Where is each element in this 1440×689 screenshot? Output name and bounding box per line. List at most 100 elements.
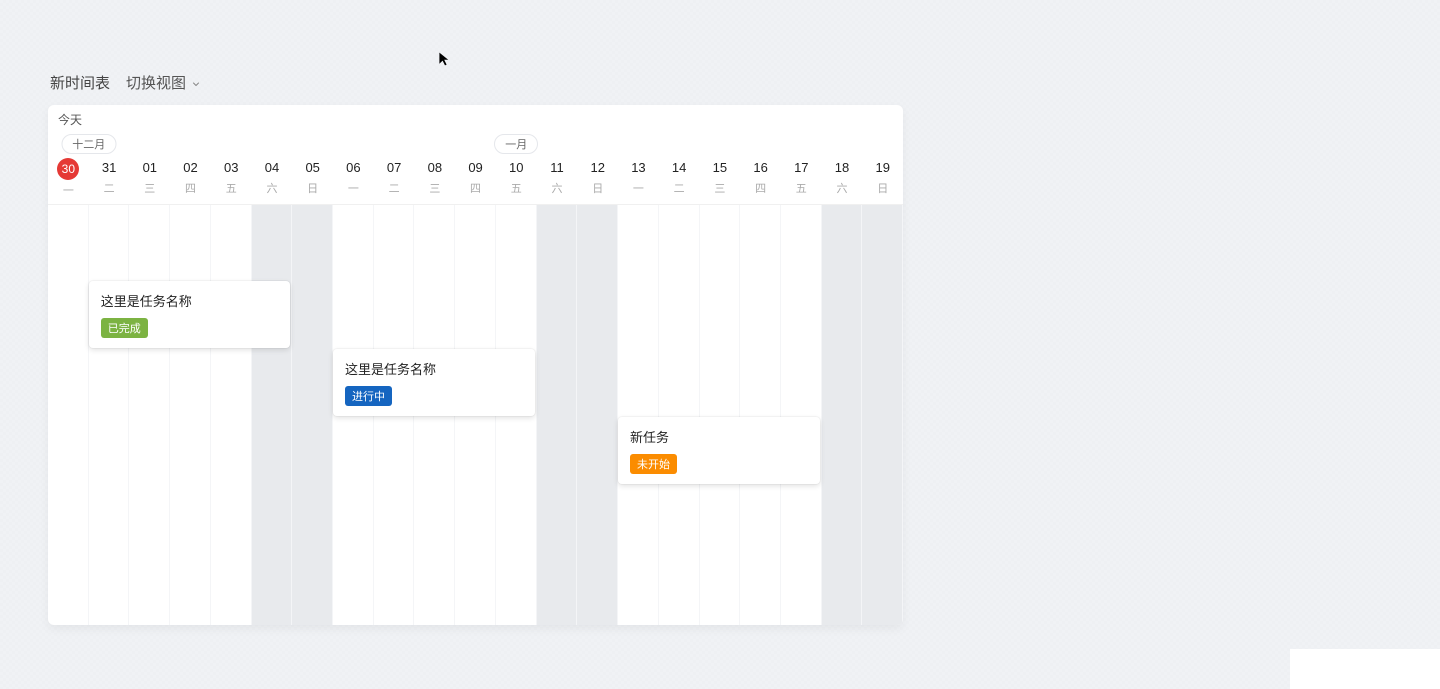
day-number: 16 xyxy=(740,158,781,178)
day-of-week: 六 xyxy=(822,180,863,196)
task-card[interactable]: 这里是任务名称已完成 xyxy=(89,281,291,348)
day-header[interactable]: 14 二 xyxy=(659,154,700,204)
day-number: 11 xyxy=(537,158,578,178)
day-of-week: 五 xyxy=(496,180,537,196)
day-of-week: 五 xyxy=(781,180,822,196)
grid-column xyxy=(252,205,293,625)
corner-overlay xyxy=(1290,649,1440,689)
task-card[interactable]: 新任务未开始 xyxy=(618,417,820,484)
day-of-week: 日 xyxy=(292,180,333,196)
timeline-panel: 今天 十二月一月 30一31二01三02四03五04六05日06一07二08三0… xyxy=(48,105,903,625)
day-header[interactable]: 10 五 xyxy=(496,154,537,204)
day-of-week: 四 xyxy=(170,180,211,196)
month-pill: 一月 xyxy=(494,134,538,154)
day-header[interactable]: 13 一 xyxy=(618,154,659,204)
status-badge: 进行中 xyxy=(345,386,392,406)
day-of-week: 四 xyxy=(455,180,496,196)
day-number: 31 xyxy=(89,158,130,178)
grid-column xyxy=(537,205,578,625)
day-of-week: 三 xyxy=(414,180,455,196)
day-header[interactable]: 06 一 xyxy=(333,154,374,204)
day-of-week: 一 xyxy=(333,180,374,196)
day-header[interactable]: 01 三 xyxy=(129,154,170,204)
toolbar: 新时间表 切换视图 xyxy=(48,72,903,93)
grid-column xyxy=(211,205,252,625)
grid-column xyxy=(129,205,170,625)
day-number: 19 xyxy=(862,158,903,178)
day-header[interactable]: 12 日 xyxy=(577,154,618,204)
today-button[interactable]: 今天 xyxy=(58,113,82,127)
status-badge: 未开始 xyxy=(630,454,677,474)
grid-column xyxy=(781,205,822,625)
day-of-week: 二 xyxy=(89,180,130,196)
day-header[interactable]: 17 五 xyxy=(781,154,822,204)
day-number: 08 xyxy=(414,158,455,178)
day-number: 05 xyxy=(292,158,333,178)
grid-column xyxy=(700,205,741,625)
chevron-down-icon xyxy=(190,77,202,89)
day-number: 17 xyxy=(781,158,822,178)
day-of-week: 日 xyxy=(577,180,618,196)
switch-view-button[interactable]: 切换视图 xyxy=(126,72,202,93)
day-header[interactable]: 02 四 xyxy=(170,154,211,204)
day-header[interactable]: 15 三 xyxy=(700,154,741,204)
day-header[interactable]: 11 六 xyxy=(537,154,578,204)
grid-column xyxy=(292,205,333,625)
day-header[interactable]: 16 四 xyxy=(740,154,781,204)
day-of-week: 六 xyxy=(537,180,578,196)
day-number: 06 xyxy=(333,158,374,178)
day-of-week: 四 xyxy=(740,180,781,196)
day-number-today: 30 xyxy=(57,158,79,180)
task-card[interactable]: 这里是任务名称进行中 xyxy=(333,349,535,416)
grid-column xyxy=(822,205,863,625)
day-number: 03 xyxy=(211,158,252,178)
month-pill: 十二月 xyxy=(61,134,116,154)
day-of-week: 三 xyxy=(700,180,741,196)
day-header[interactable]: 03 五 xyxy=(211,154,252,204)
cursor-icon xyxy=(437,51,453,67)
task-title: 这里是任务名称 xyxy=(345,359,523,378)
day-header[interactable]: 08 三 xyxy=(414,154,455,204)
timeline-grid[interactable]: 这里是任务名称已完成这里是任务名称进行中新任务未开始 xyxy=(48,205,903,625)
day-of-week: 三 xyxy=(129,180,170,196)
day-number: 09 xyxy=(455,158,496,178)
day-number: 14 xyxy=(659,158,700,178)
day-of-week: 一 xyxy=(618,180,659,196)
day-header[interactable]: 31 二 xyxy=(89,154,130,204)
day-of-week: 一 xyxy=(48,182,89,198)
task-title: 新任务 xyxy=(630,427,808,446)
day-number: 12 xyxy=(577,158,618,178)
day-number: 07 xyxy=(374,158,415,178)
timeline-title: 新时间表 xyxy=(50,72,110,93)
grid-column xyxy=(89,205,130,625)
grid-column xyxy=(862,205,903,625)
day-header[interactable]: 04六 xyxy=(252,154,293,204)
day-of-week: 二 xyxy=(374,180,415,196)
days-header-row: 30一31二01三02四03五04六05日06一07二08三09四10五11六1… xyxy=(48,154,903,205)
day-of-week: 二 xyxy=(659,180,700,196)
status-badge: 已完成 xyxy=(101,318,148,338)
day-number: 01 xyxy=(129,158,170,178)
month-row: 十二月 一月 xyxy=(48,134,903,154)
day-of-week: 六 xyxy=(252,180,293,196)
grid-column xyxy=(659,205,700,625)
grid-column xyxy=(577,205,618,625)
switch-view-label: 切换视图 xyxy=(126,72,186,93)
day-header[interactable]: 09 四 xyxy=(455,154,496,204)
day-number: 10 xyxy=(496,158,537,178)
grid-column xyxy=(48,205,89,625)
grid-column xyxy=(740,205,781,625)
grid-column xyxy=(170,205,211,625)
day-header[interactable]: 30 一 xyxy=(48,154,89,204)
day-number: 02 xyxy=(170,158,211,178)
day-header[interactable]: 07 二 xyxy=(374,154,415,204)
day-of-week: 日 xyxy=(862,180,903,196)
day-of-week: 五 xyxy=(211,180,252,196)
day-header[interactable]: 18 六 xyxy=(822,154,863,204)
day-header[interactable]: 05 日 xyxy=(292,154,333,204)
day-header[interactable]: 19 日 xyxy=(862,154,903,204)
day-number: 18 xyxy=(822,158,863,178)
task-title: 这里是任务名称 xyxy=(101,291,279,310)
day-number: 13 xyxy=(618,158,659,178)
day-number: 15 xyxy=(700,158,741,178)
